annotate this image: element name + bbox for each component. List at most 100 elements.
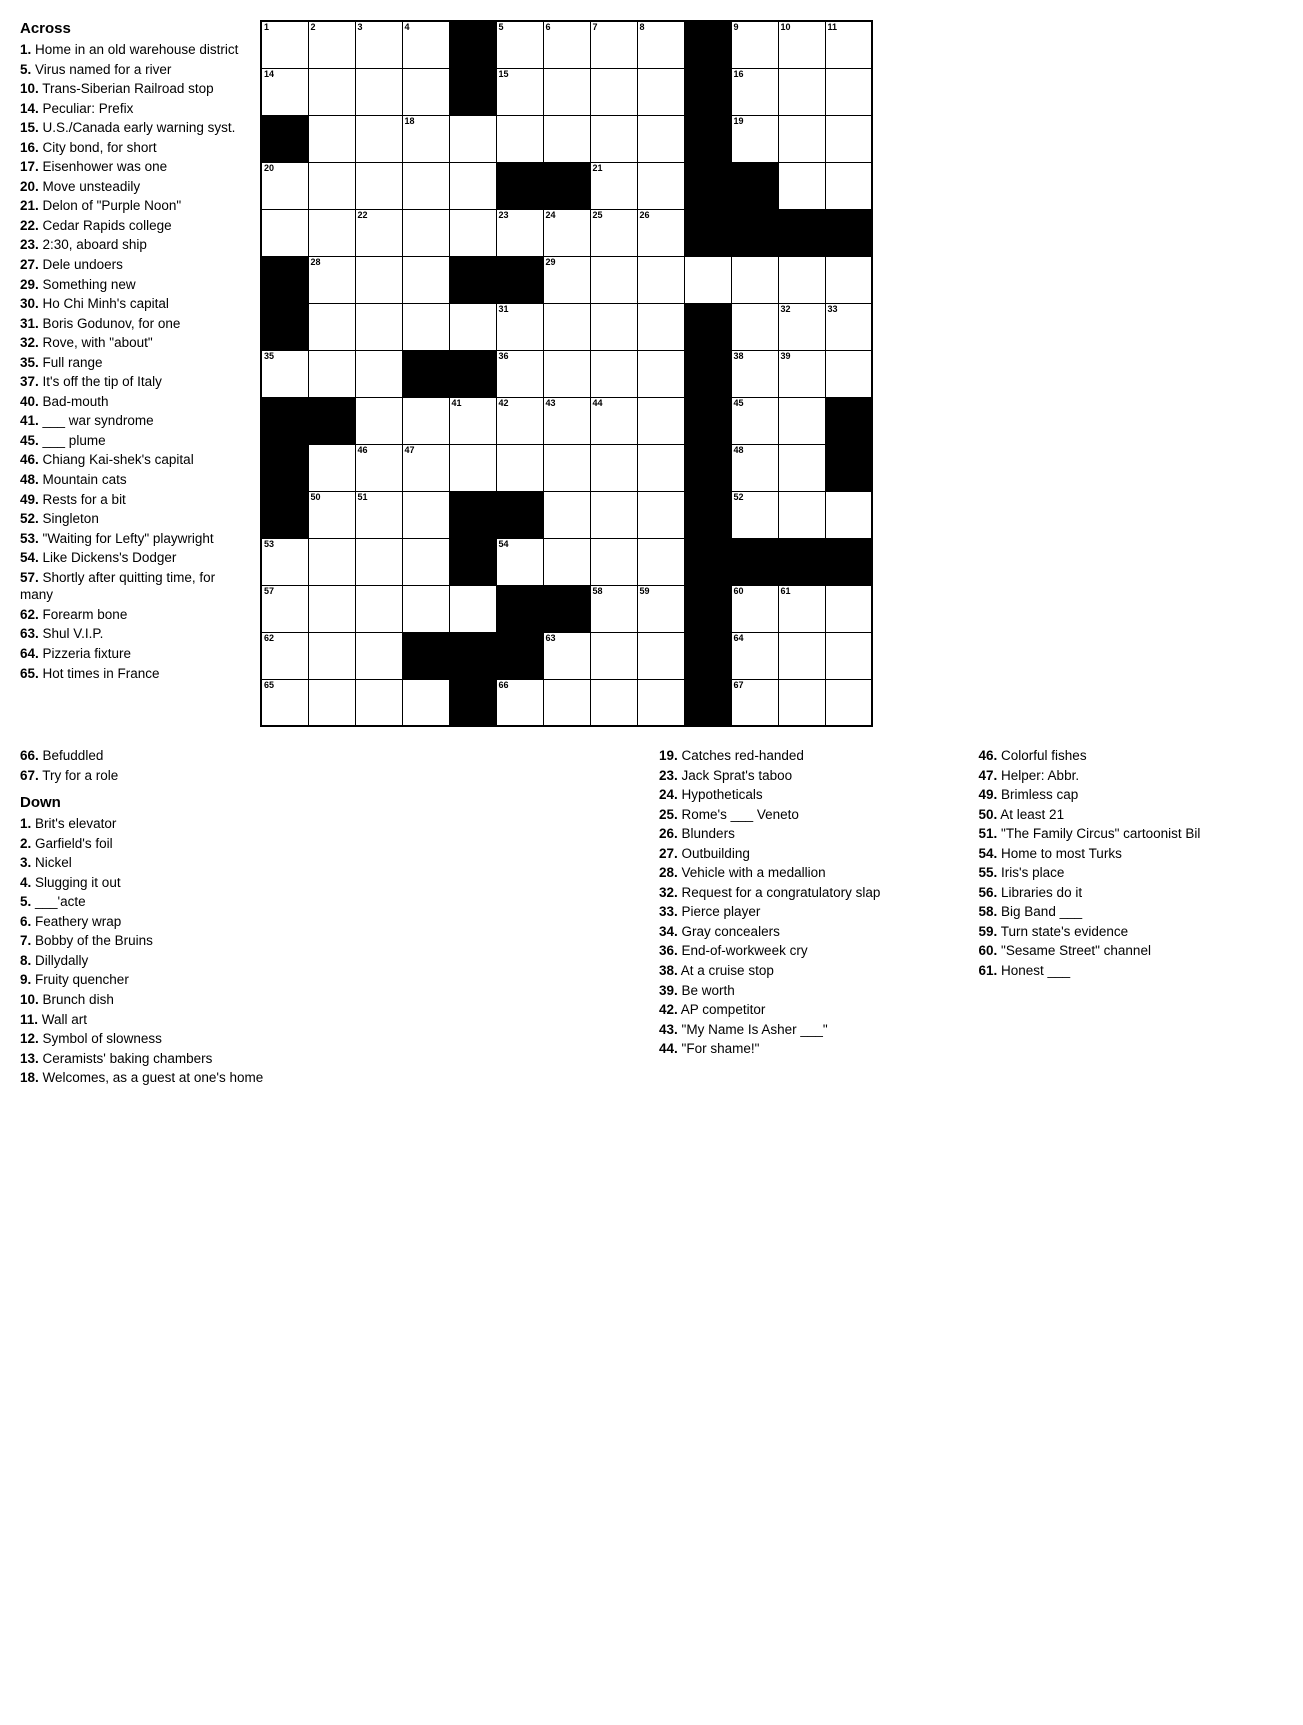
grid-cell[interactable] xyxy=(637,538,684,585)
grid-cell[interactable] xyxy=(308,350,355,397)
grid-cell[interactable]: 58 xyxy=(590,585,637,632)
grid-cell[interactable] xyxy=(543,68,590,115)
grid-cell[interactable]: 53 xyxy=(261,538,308,585)
grid-cell[interactable] xyxy=(496,585,543,632)
grid-cell[interactable] xyxy=(637,444,684,491)
grid-cell[interactable] xyxy=(308,303,355,350)
grid-cell[interactable] xyxy=(496,256,543,303)
grid-cell[interactable] xyxy=(261,491,308,538)
grid-cell[interactable] xyxy=(355,679,402,726)
grid-cell[interactable]: 31 xyxy=(496,303,543,350)
grid-cell[interactable] xyxy=(496,632,543,679)
grid-cell[interactable]: 29 xyxy=(543,256,590,303)
grid-cell[interactable] xyxy=(308,397,355,444)
grid-cell[interactable] xyxy=(449,68,496,115)
grid-cell[interactable] xyxy=(684,162,731,209)
grid-cell[interactable] xyxy=(543,538,590,585)
grid-cell[interactable] xyxy=(684,679,731,726)
grid-cell[interactable] xyxy=(637,491,684,538)
grid-cell[interactable] xyxy=(684,538,731,585)
grid-cell[interactable] xyxy=(355,350,402,397)
grid-cell[interactable] xyxy=(825,115,872,162)
grid-cell[interactable]: 25 xyxy=(590,209,637,256)
grid-cell[interactable] xyxy=(778,491,825,538)
grid-cell[interactable] xyxy=(825,491,872,538)
grid-cell[interactable]: 24 xyxy=(543,209,590,256)
grid-cell[interactable] xyxy=(637,397,684,444)
grid-cell[interactable] xyxy=(402,679,449,726)
grid-cell[interactable] xyxy=(637,162,684,209)
grid-cell[interactable] xyxy=(543,350,590,397)
grid-cell[interactable] xyxy=(590,444,637,491)
grid-cell[interactable]: 44 xyxy=(590,397,637,444)
grid-cell[interactable]: 39 xyxy=(778,350,825,397)
grid-cell[interactable]: 28 xyxy=(308,256,355,303)
grid-cell[interactable] xyxy=(261,256,308,303)
grid-cell[interactable] xyxy=(590,538,637,585)
grid-cell[interactable] xyxy=(449,350,496,397)
grid-cell[interactable] xyxy=(684,303,731,350)
grid-cell[interactable] xyxy=(543,585,590,632)
grid-cell[interactable] xyxy=(308,585,355,632)
grid-cell[interactable]: 2 xyxy=(308,21,355,68)
grid-cell[interactable] xyxy=(684,350,731,397)
grid-cell[interactable] xyxy=(825,538,872,585)
grid-cell[interactable] xyxy=(684,632,731,679)
grid-cell[interactable] xyxy=(684,68,731,115)
grid-cell[interactable] xyxy=(261,209,308,256)
grid-cell[interactable] xyxy=(496,115,543,162)
grid-cell[interactable]: 50 xyxy=(308,491,355,538)
grid-cell[interactable]: 32 xyxy=(778,303,825,350)
grid-cell[interactable] xyxy=(543,444,590,491)
grid-cell[interactable] xyxy=(590,256,637,303)
grid-cell[interactable] xyxy=(684,115,731,162)
grid-cell[interactable] xyxy=(825,350,872,397)
grid-cell[interactable] xyxy=(261,115,308,162)
grid-cell[interactable] xyxy=(402,209,449,256)
grid-cell[interactable] xyxy=(825,397,872,444)
grid-cell[interactable] xyxy=(543,162,590,209)
grid-cell[interactable] xyxy=(355,632,402,679)
grid-cell[interactable] xyxy=(355,397,402,444)
grid-cell[interactable]: 7 xyxy=(590,21,637,68)
grid-cell[interactable]: 6 xyxy=(543,21,590,68)
grid-cell[interactable] xyxy=(402,632,449,679)
grid-cell[interactable]: 61 xyxy=(778,585,825,632)
grid-cell[interactable]: 26 xyxy=(637,209,684,256)
grid-cell[interactable]: 36 xyxy=(496,350,543,397)
grid-cell[interactable]: 3 xyxy=(355,21,402,68)
grid-cell[interactable]: 18 xyxy=(402,115,449,162)
grid-cell[interactable]: 51 xyxy=(355,491,402,538)
grid-cell[interactable] xyxy=(684,21,731,68)
grid-cell[interactable] xyxy=(449,632,496,679)
grid-cell[interactable] xyxy=(731,303,778,350)
grid-cell[interactable]: 35 xyxy=(261,350,308,397)
grid-cell[interactable] xyxy=(402,585,449,632)
grid-cell[interactable] xyxy=(402,538,449,585)
grid-cell[interactable]: 19 xyxy=(731,115,778,162)
grid-cell[interactable] xyxy=(543,491,590,538)
grid-cell[interactable] xyxy=(496,491,543,538)
grid-cell[interactable] xyxy=(355,68,402,115)
grid-cell[interactable]: 65 xyxy=(261,679,308,726)
grid-cell[interactable] xyxy=(261,397,308,444)
grid-cell[interactable] xyxy=(449,21,496,68)
grid-cell[interactable] xyxy=(590,491,637,538)
grid-cell[interactable] xyxy=(684,444,731,491)
grid-cell[interactable]: 22 xyxy=(355,209,402,256)
grid-cell[interactable]: 38 xyxy=(731,350,778,397)
grid-cell[interactable] xyxy=(402,303,449,350)
grid-cell[interactable] xyxy=(449,162,496,209)
grid-cell[interactable] xyxy=(496,162,543,209)
grid-cell[interactable] xyxy=(778,632,825,679)
grid-cell[interactable] xyxy=(402,397,449,444)
grid-cell[interactable]: 59 xyxy=(637,585,684,632)
grid-cell[interactable] xyxy=(731,538,778,585)
grid-cell[interactable] xyxy=(825,585,872,632)
grid-cell[interactable]: 23 xyxy=(496,209,543,256)
grid-cell[interactable]: 62 xyxy=(261,632,308,679)
grid-cell[interactable] xyxy=(355,585,402,632)
grid-cell[interactable] xyxy=(449,256,496,303)
grid-cell[interactable] xyxy=(825,444,872,491)
grid-cell[interactable] xyxy=(261,303,308,350)
